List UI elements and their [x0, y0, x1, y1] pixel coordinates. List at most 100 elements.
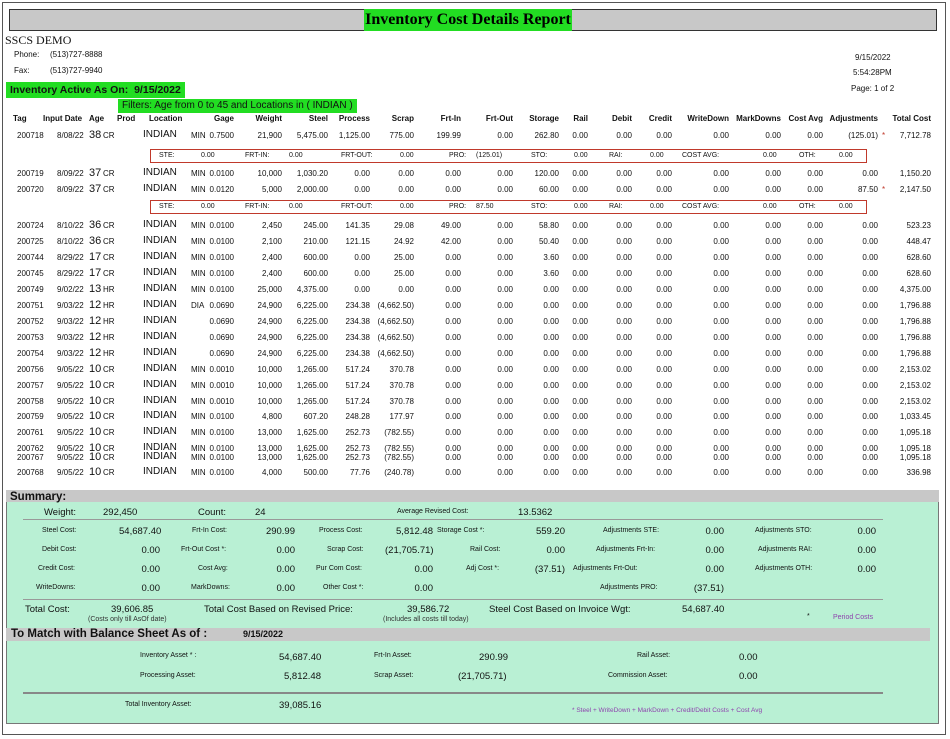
adj-ste: 0.00 — [201, 203, 215, 210]
cell-total: 1,796.88 — [899, 301, 931, 310]
proc-asset: 5,812.48 — [284, 671, 321, 682]
active-label: Inventory Active As On: — [10, 84, 129, 96]
cell-tag: 200759 — [17, 412, 44, 421]
cell-date: 9/02/22 — [57, 285, 84, 294]
adj-pro: (125.01) — [476, 152, 503, 159]
sum-avgrev-label: Average Revised Cost: — [397, 508, 469, 515]
cell-date: 9/05/22 — [57, 412, 84, 421]
table-row: 200757 9/05/22 10 CR INDIAN MIN 0.0010 10,000 1,… — [0, 379, 950, 394]
cell-tag: 200752 — [17, 317, 44, 326]
sum-frtout: 0.00 — [276, 545, 296, 556]
sum-costavg: 0.00 — [276, 564, 296, 575]
sum-costavg-label: Cost Avg: — [198, 565, 228, 572]
sum-storage: 559.20 — [535, 526, 565, 537]
cell-total: 1,150.20 — [899, 169, 931, 178]
adj-sto-label: STO: — [531, 203, 548, 210]
adj-rai: 0.00 — [650, 203, 664, 210]
cell-total: 628.60 — [906, 253, 931, 262]
adj-oth: 0.00 — [839, 152, 853, 159]
sum-steel-label: Steel Cost: — [42, 527, 77, 534]
column-header: Frt-In — [440, 114, 461, 123]
sum-adjsto-label: Adjustments STO: — [755, 527, 812, 534]
adj-frtout-label: FRT-OUT: — [341, 203, 373, 210]
cell-total: 2,147.50 — [899, 185, 931, 194]
table-row: 200725 8/10/22 36 CR INDIAN MIN 0.0100 2,100 210… — [0, 235, 950, 250]
cell-total: 2,153.02 — [899, 365, 931, 374]
cell-age: 10 — [89, 466, 102, 478]
table-row: 200753 9/03/22 12 HR INDIAN 0.0690 24,900 6,225… — [0, 331, 950, 346]
sum-frtin-label: Frt-In Cost: — [192, 527, 228, 534]
adj-ca: 0.00 — [763, 152, 777, 159]
report-time: 5:54:28PM — [853, 68, 892, 77]
cell-date: 8/10/22 — [57, 237, 84, 246]
summary-header-bar — [6, 490, 939, 502]
sum-adjfrtout: 0.00 — [705, 564, 725, 575]
cell-prod: HR — [103, 285, 115, 294]
table-row: 200724 8/10/22 36 CR INDIAN MIN 0.0100 2,450 245… — [0, 219, 950, 234]
sum-debit-label: Debit Cost: — [42, 546, 77, 553]
fax-label: Fax: — [14, 66, 30, 75]
cell-total: 336.98 — [906, 468, 931, 477]
sum-adjfrtout-label: Adjustments Frt-Out: — [573, 565, 638, 572]
cell-tag: 200767 — [17, 453, 44, 462]
revised-cost: 39,586.72 — [407, 604, 450, 615]
table-row: 200754 9/03/22 12 HR INDIAN 0.0690 24,900 6,225… — [0, 347, 950, 362]
adj-oth-label: OTH: — [799, 152, 816, 159]
cell-prod: HR — [103, 317, 115, 326]
cell-prod: CR — [103, 412, 115, 421]
cell-total: 4,375.00 — [899, 285, 931, 294]
table-row: 200761 9/05/22 10 CR INDIAN MIN 0.0100 13,000 1,… — [0, 426, 950, 441]
adj-rai: 0.00 — [650, 152, 664, 159]
sum-debit: 0.00 — [141, 545, 161, 556]
balance-divider — [23, 692, 883, 694]
adj-sto: 0.00 — [574, 203, 588, 210]
cell-age: 37 — [89, 167, 102, 179]
sum-scrap: (21,705.71) — [385, 545, 434, 556]
cell-date: 8/08/22 — [57, 131, 84, 140]
table-row: 200745 8/29/22 17 CR INDIAN MIN 0.0100 2,400 600… — [0, 267, 950, 282]
sum-count: 24 — [255, 507, 266, 518]
sum-purcom-label: Pur Com Cost: — [316, 565, 362, 572]
adj-frtout-label: FRT-OUT: — [341, 152, 373, 159]
cell-tag: 200745 — [17, 269, 44, 278]
sum-other-label: Other Cost *: — [323, 584, 364, 591]
cell-prod: CR — [103, 468, 115, 477]
adj-pro-label: PRO: — [449, 152, 467, 159]
column-header: WriteDown — [687, 114, 729, 123]
summary-divider-2 — [23, 599, 883, 600]
cell-age: 12 — [89, 299, 102, 311]
sum-markdowns-label: MarkDowns: — [191, 584, 230, 591]
total-cost: 39,606.85 — [111, 604, 154, 615]
page-indicator: Page: 1 of 2 — [851, 84, 895, 93]
active-date: 9/15/2022 — [134, 84, 181, 96]
adj-ste: 0.00 — [201, 152, 215, 159]
cell-date: 9/03/22 — [57, 317, 84, 326]
cell-date: 9/03/22 — [57, 349, 84, 358]
sum-avgrev: 13.5362 — [518, 507, 553, 518]
sum-frtout-label: Frt-Out Cost *: — [181, 546, 227, 553]
cell-total: 1,796.88 — [899, 349, 931, 358]
cell-date: 8/09/22 — [57, 185, 84, 194]
adjustment-detail-box: STE: 0.00 FRT-IN: 0.00 FRT-OUT: 0.00 PRO: (125.… — [150, 149, 867, 163]
cell-prod: CR — [103, 253, 115, 262]
proc-asset-label: Processing Asset: — [140, 672, 196, 679]
report-title: Inventory Cost Details Report — [364, 9, 572, 31]
sum-weight-label: Weight: — [44, 507, 77, 518]
cell-date: 8/29/22 — [57, 269, 84, 278]
cell-prod: CR — [103, 365, 115, 374]
sum-scrap-label: Scrap Cost: — [327, 546, 364, 553]
cell-tag: 200720 — [17, 185, 44, 194]
balance-title: To Match with Balance Sheet As of : — [11, 628, 208, 640]
cell-total: 1,095.18 — [899, 428, 931, 437]
table-row: 200720 8/09/22 37 CR INDIAN MIN 0.0120 5,000 2,0… — [0, 183, 950, 198]
balance-date: 9/15/2022 — [243, 629, 284, 639]
cell-tag: 200718 — [17, 131, 44, 140]
adj-pro-label: PRO: — [449, 203, 467, 210]
cell-tag: 200754 — [17, 349, 44, 358]
cell-total: 1,796.88 — [899, 317, 931, 326]
adj-sto-label: STO: — [531, 152, 548, 159]
cell-prod: HR — [103, 349, 115, 358]
cell-age: 37 — [89, 183, 102, 195]
sum-rail-label: Rail Cost: — [470, 546, 501, 553]
cell-total: 1,033.45 — [899, 412, 931, 421]
